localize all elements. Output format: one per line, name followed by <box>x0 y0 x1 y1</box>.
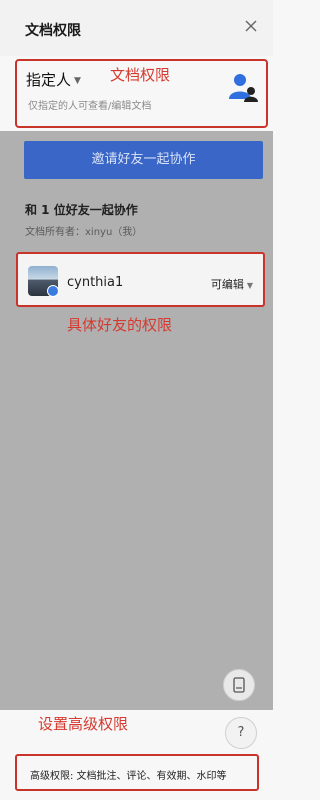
invite-friends-button[interactable]: 邀请好友一起协作 <box>24 141 263 179</box>
advanced-permission-row[interactable]: 高级权限: 文档批注、评论、有效期、水印等 <box>15 754 259 791</box>
annotation-friend-permission: 具体好友的权限 <box>67 316 173 334</box>
chevron-down-icon: ▼ <box>246 281 253 290</box>
collaborator-name: cynthia1 <box>67 275 124 290</box>
help-button[interactable]: ? <box>225 717 257 749</box>
permission-value: 指定人 <box>26 71 72 89</box>
document-owner: 文档所有者：xinyu（我） <box>25 227 143 238</box>
annotation-doc-permission: 文档权限 <box>110 66 171 84</box>
collaborator-permission-dropdown[interactable]: 可编辑 ▼ <box>211 276 253 292</box>
close-icon[interactable] <box>243 18 259 34</box>
help-icon: ? <box>237 725 245 740</box>
badge-icon <box>47 285 59 297</box>
device-button[interactable] <box>223 669 255 701</box>
tablet-icon <box>233 677 245 693</box>
person-icon <box>229 74 258 102</box>
permission-dropdown[interactable]: 指定人 ▼ <box>26 69 81 90</box>
panel-title: 文档权限 <box>25 23 81 39</box>
permission-panel: 文档权限 指定人 ▼ 仅指定的人可查看/编辑文档 文档权限 邀请好友一起协作 和 … <box>0 0 273 800</box>
chevron-down-icon: ▼ <box>74 75 81 86</box>
panel-header: 文档权限 <box>0 0 273 56</box>
permission-hint: 仅指定的人可查看/编辑文档 <box>28 101 152 112</box>
advanced-permission-label: 高级权限: 文档批注、评论、有效期、水印等 <box>30 771 227 782</box>
collaborators-title: 和 1 位好友一起协作 <box>25 203 138 217</box>
annotation-advanced: 设置高级权限 <box>38 715 129 733</box>
collaborator-row[interactable]: cynthia1 可编辑 ▼ <box>16 252 265 307</box>
collaborator-permission-value: 可编辑 <box>210 278 244 291</box>
